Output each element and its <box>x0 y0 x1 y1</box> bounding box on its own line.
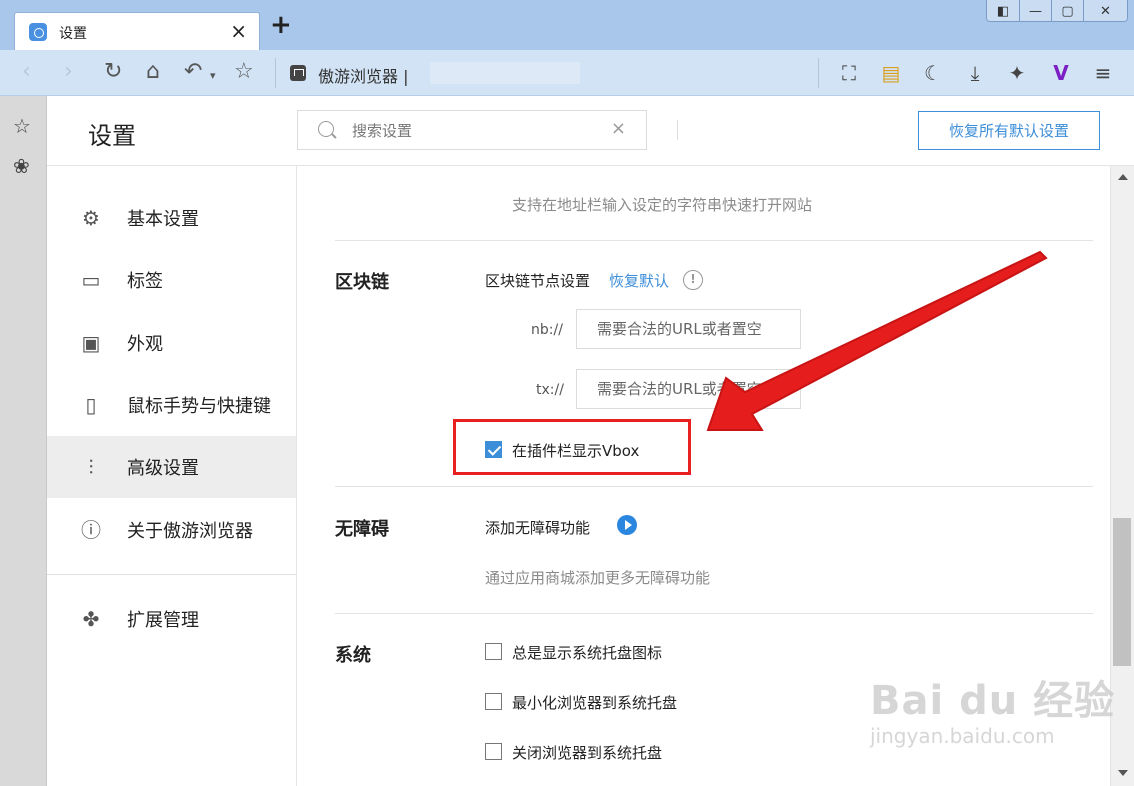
tab-close-icon[interactable]: × <box>230 19 247 43</box>
maximize-button[interactable]: ▢ <box>1051 0 1083 21</box>
address-blurred-area <box>430 62 580 84</box>
section-title-system: 系统 <box>335 645 371 666</box>
window-controls: ◧ — ▢ ✕ <box>986 0 1128 22</box>
sidebar-item-label: 外观 <box>127 334 163 355</box>
divider <box>677 120 678 140</box>
address-shortcut-hint: 支持在地址栏输入设定的字符串快速打开网站 <box>512 196 813 214</box>
night-mode-icon[interactable]: ☾ <box>921 61 945 85</box>
info-icon: ⓘ <box>81 518 101 542</box>
search-box[interactable]: × <box>297 110 647 150</box>
restore-all-defaults-button[interactable]: 恢复所有默认设置 <box>918 111 1100 150</box>
tab-icon: ▭ <box>81 268 101 292</box>
section-divider <box>335 613 1093 614</box>
forward-icon[interactable]: › <box>64 60 73 84</box>
close-to-tray-checkbox[interactable] <box>485 743 502 760</box>
sidebar-item-mouse[interactable]: ▯ 鼠标手势与快捷键 <box>47 374 296 436</box>
crop-icon[interactable]: ⛶ <box>837 61 861 85</box>
extension-icon[interactable]: ✦ <box>1005 61 1029 85</box>
clear-icon[interactable]: × <box>611 118 626 139</box>
minimize-to-tray-checkbox[interactable] <box>485 693 502 710</box>
nb-prefix-label: nb:// <box>531 322 563 338</box>
sidebar-item-about[interactable]: ⓘ 关于傲游浏览器 <box>47 499 296 561</box>
navigation-bar: ‹ › ↻ ⌂ ↶ ▾ ☆ 傲游浏览器 | ⛶ ▤ ☾ ⤓ ✦ V ≡ <box>0 50 1134 96</box>
scroll-thumb[interactable] <box>1113 518 1131 666</box>
address-text[interactable]: 傲游浏览器 | <box>318 63 408 87</box>
new-tab-button[interactable]: + <box>270 12 292 38</box>
search-icon <box>318 121 334 137</box>
close-window-button[interactable]: ✕ <box>1083 0 1127 21</box>
tab-title: 设置 <box>59 26 87 42</box>
tray-icon-label: 总是显示系统托盘图标 <box>512 644 663 662</box>
window-icon: ▣ <box>81 331 101 355</box>
sidebar-divider <box>47 574 296 575</box>
scrollbar[interactable] <box>1110 166 1134 786</box>
restore-default-link[interactable]: 恢复默认 <box>609 270 669 291</box>
favorites-star-icon[interactable]: ☆ <box>13 114 31 138</box>
puzzle-icon: ✤ <box>82 607 100 631</box>
accessibility-hint: 通过应用商城添加更多无障碍功能 <box>485 569 711 587</box>
play-icon[interactable] <box>617 515 637 535</box>
side-strip: ☆ ❀ <box>0 96 47 786</box>
section-title-blockchain: 区块链 <box>335 272 389 293</box>
refresh-icon[interactable]: ↻ <box>104 60 122 84</box>
settings-gear-icon <box>29 23 47 41</box>
site-favicon-icon <box>290 65 306 81</box>
section-title-accessibility: 无障碍 <box>335 519 389 540</box>
undo-icon[interactable]: ↶ <box>184 60 202 84</box>
info-icon[interactable]: ! <box>683 270 703 290</box>
undo-dropdown-icon[interactable]: ▾ <box>210 64 216 88</box>
v-logo-icon[interactable]: V <box>1049 61 1073 85</box>
title-bar: 设置 × + ◧ — ▢ ✕ <box>0 0 1134 50</box>
tray-icon-checkbox[interactable] <box>485 643 502 660</box>
tx-prefix-label: tx:// <box>536 382 564 398</box>
sidebar-item-label: 标签 <box>127 271 163 292</box>
settings-content: 支持在地址栏输入设定的字符串快速打开网站 区块链 区块链节点设置 恢复默认 ! … <box>297 166 1110 786</box>
scroll-down-icon[interactable] <box>1118 770 1128 776</box>
divider <box>275 58 276 88</box>
search-input[interactable] <box>352 119 602 143</box>
sidebar-item-tabs[interactable]: ▭ 标签 <box>47 249 296 311</box>
tx-url-field[interactable] <box>576 369 801 409</box>
minimize-button[interactable]: — <box>1019 0 1051 21</box>
sidebar-item-label: 关于傲游浏览器 <box>127 521 253 542</box>
notes-icon[interactable]: ▤ <box>879 61 903 85</box>
window-layout-button[interactable]: ◧ <box>987 0 1019 21</box>
settings-header: 设置 × 恢复所有默认设置 <box>47 96 1134 166</box>
blockchain-node-label: 区块链节点设置 <box>485 272 591 290</box>
tab-settings[interactable]: 设置 × <box>14 12 260 50</box>
section-divider <box>335 240 1093 241</box>
gear-icon: ⚙ <box>82 206 100 230</box>
sidebar-item-label: 扩展管理 <box>127 610 199 631</box>
divider <box>818 58 819 88</box>
nb-url-field[interactable] <box>576 309 801 349</box>
settings-sidebar: ⚙ 基本设置 ▭ 标签 ▣ 外观 ▯ 鼠标手势与快捷键 ⫶ 高级设置 ⓘ 关于傲… <box>47 166 297 786</box>
close-to-tray-label: 关闭浏览器到系统托盘 <box>512 744 663 762</box>
back-icon[interactable]: ‹ <box>22 60 31 84</box>
home-icon[interactable]: ⌂ <box>146 60 160 84</box>
sidebar-item-basic[interactable]: ⚙ 基本设置 <box>47 187 296 249</box>
sidebar-item-label: 鼠标手势与快捷键 <box>127 396 271 417</box>
page-title: 设置 <box>88 122 136 150</box>
sliders-icon: ⫶ <box>88 455 94 479</box>
sidebar-item-advanced[interactable]: ⫶ 高级设置 <box>47 436 296 498</box>
collections-icon[interactable]: ❀ <box>13 154 30 178</box>
highlight-annotation-box <box>453 419 691 475</box>
sidebar-item-label: 高级设置 <box>127 458 199 479</box>
mouse-icon: ▯ <box>85 393 97 417</box>
sidebar-item-appearance[interactable]: ▣ 外观 <box>47 312 296 374</box>
section-divider <box>335 486 1093 487</box>
add-accessibility-label: 添加无障碍功能 <box>485 519 591 537</box>
download-icon[interactable]: ⤓ <box>963 61 987 85</box>
menu-icon[interactable]: ≡ <box>1091 61 1115 85</box>
star-icon[interactable]: ☆ <box>234 60 254 84</box>
scroll-up-icon[interactable] <box>1118 174 1128 180</box>
minimize-to-tray-label: 最小化浏览器到系统托盘 <box>512 694 678 712</box>
sidebar-item-label: 基本设置 <box>127 209 199 230</box>
sidebar-item-extensions[interactable]: ✤ 扩展管理 <box>47 588 296 650</box>
